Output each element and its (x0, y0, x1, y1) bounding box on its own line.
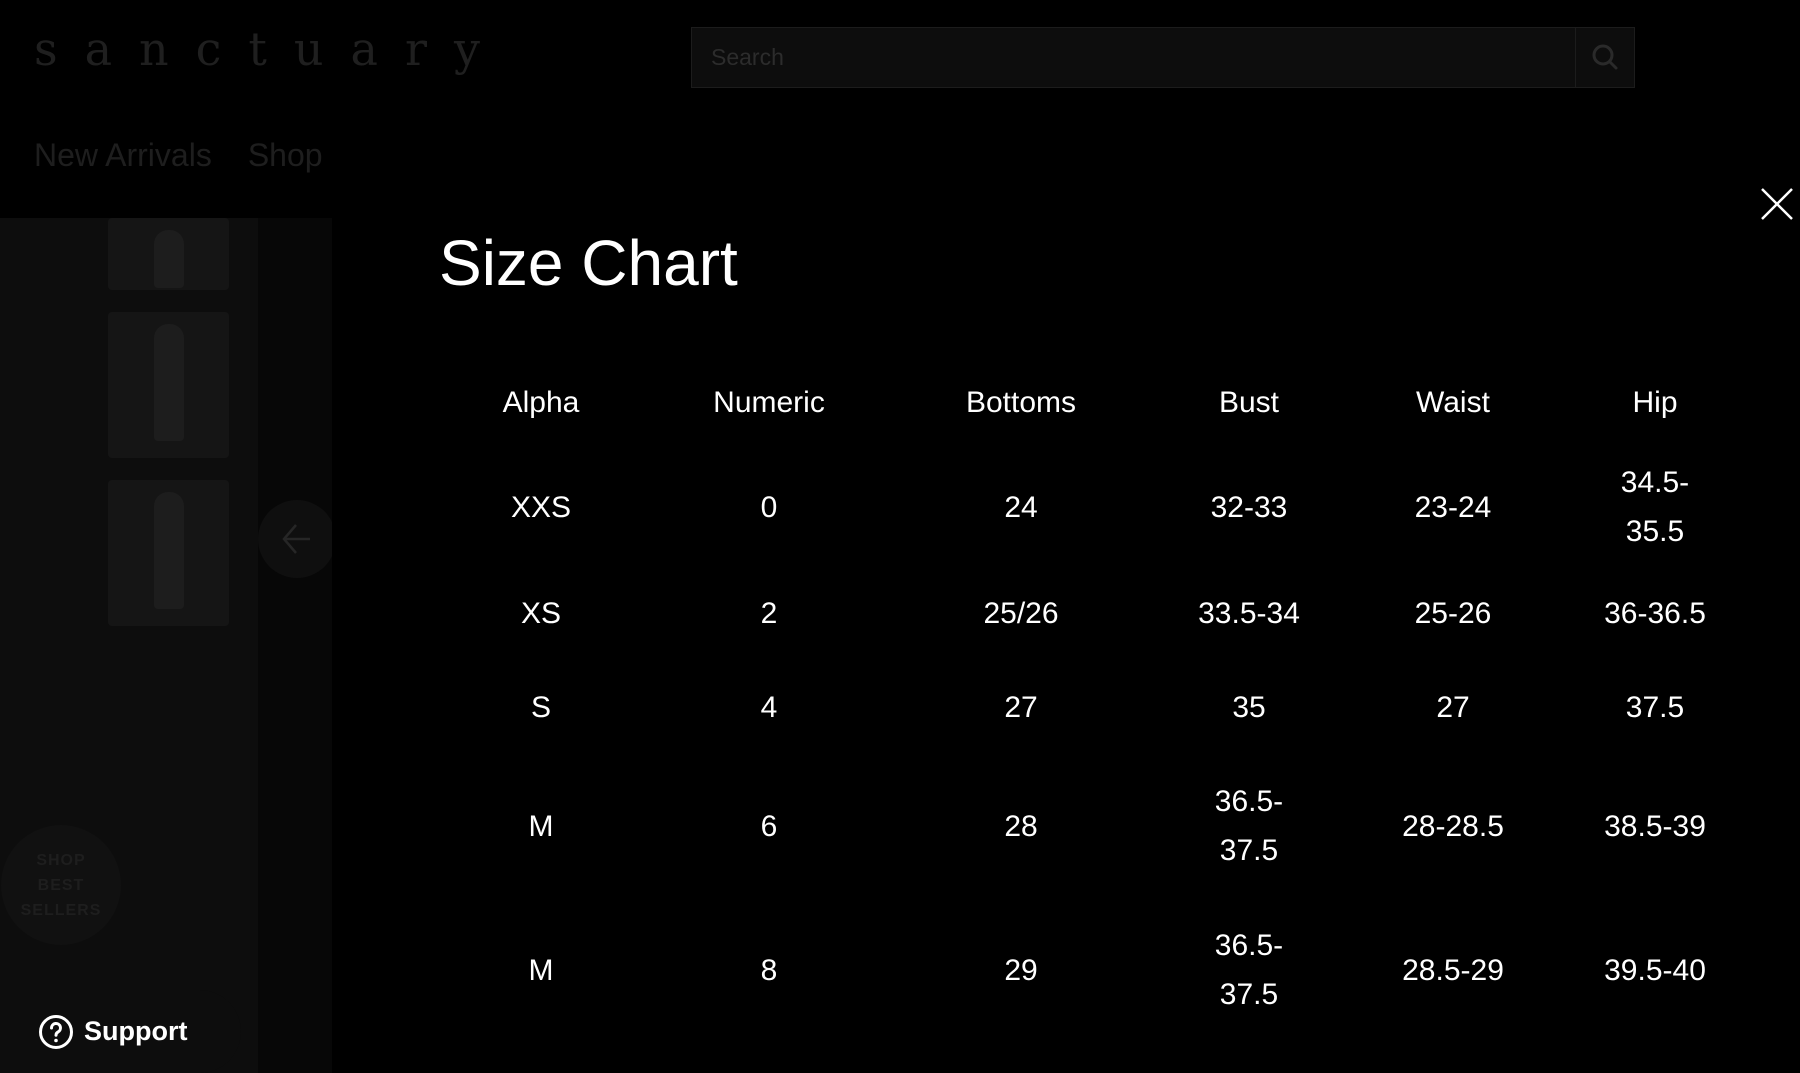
size-chart-title: Size Chart (439, 227, 738, 299)
cell-bust-value: 36.5-37.5 (1214, 785, 1284, 867)
search-input[interactable] (692, 28, 1575, 87)
cell-alpha: M (528, 809, 554, 843)
cell-bottoms: 28 (1004, 809, 1038, 843)
product-thumbnail[interactable] (108, 480, 229, 626)
cell-bust: 36.5-37.5 (1147, 898, 1351, 1042)
cell-hip: 36-36.5 (1604, 596, 1706, 630)
close-icon (1761, 188, 1793, 220)
support-button[interactable]: Support (0, 990, 241, 1073)
cell-bust: 35 (1232, 690, 1266, 724)
nav-item-new-arrivals[interactable]: New Arrivals (34, 137, 212, 174)
support-label: Support (84, 1016, 188, 1046)
search-icon (1592, 44, 1618, 70)
cell-alpha: S (530, 690, 551, 724)
cell-hip-value: 34.5-35.5 (1620, 466, 1690, 548)
cell-alpha: XXS (510, 490, 572, 524)
badge-label: SHOP BEST SELLERS (20, 851, 102, 919)
shop-best-sellers-badge[interactable]: SHOP BEST SELLERS (1, 825, 121, 945)
cell-waist: 27 (1436, 690, 1470, 724)
product-thumbnail[interactable] (108, 218, 229, 290)
arrow-left-icon (282, 524, 310, 554)
column-header-alpha: Alpha (502, 386, 580, 419)
cell-alpha: M (528, 953, 554, 987)
cell-waist: 25-26 (1414, 596, 1492, 630)
cell-numeric: 8 (760, 953, 778, 987)
cell-hip: 38.5-39 (1604, 809, 1706, 843)
cell-bottoms: 25/26 (983, 596, 1059, 630)
cell-bust: 32-33 (1210, 490, 1288, 524)
help-circle-icon (39, 1014, 73, 1049)
table-header-row: Alpha Numeric Bottoms Bust Waist Hip (439, 358, 1755, 448)
cell-hip: 37.5 (1625, 690, 1685, 724)
close-button[interactable] (1759, 186, 1795, 222)
column-header-numeric: Numeric (713, 386, 825, 419)
cell-hip: 39.5-40 (1604, 953, 1706, 987)
cell-bust-value: 36.5-37.5 (1214, 929, 1284, 1011)
cell-numeric: 6 (760, 809, 778, 843)
site-header: sanctuary New Arrivals Shop (0, 0, 1800, 218)
cell-hip: 34.5-35.5 (1555, 448, 1755, 566)
size-chart-table: Alpha Numeric Bottoms Bust Waist Hip XXS… (439, 358, 1755, 1042)
cell-bust: 36.5-37.5 (1147, 754, 1351, 898)
table-row: XXS 0 24 32-33 23-24 34.5-35.5 (439, 448, 1755, 566)
main-nav: New Arrivals Shop (34, 137, 323, 174)
cell-alpha: XS (520, 596, 562, 630)
table-row: S 4 27 35 27 37.5 (439, 660, 1755, 754)
cell-waist: 23-24 (1414, 490, 1492, 524)
table-row: M 6 28 36.5-37.5 28-28.5 38.5-39 (439, 754, 1755, 898)
cell-numeric: 4 (760, 690, 778, 724)
gallery-divider (258, 218, 332, 1073)
cell-waist: 28.5-29 (1402, 953, 1504, 987)
product-thumbnail[interactable] (108, 312, 229, 458)
table-row: M 8 29 36.5-37.5 28.5-29 39.5-40 (439, 898, 1755, 1042)
table-row: XS 2 25/26 33.5-34 25-26 36-36.5 (439, 566, 1755, 660)
cell-numeric: 2 (760, 596, 778, 630)
cell-numeric: 0 (760, 490, 778, 524)
column-header-bottoms: Bottoms (965, 386, 1077, 419)
cell-bottoms: 24 (1004, 490, 1038, 524)
cell-bust: 33.5-34 (1198, 596, 1300, 630)
brand-logo[interactable]: sanctuary (34, 22, 507, 76)
cell-waist: 28-28.5 (1402, 809, 1504, 843)
column-header-bust: Bust (1218, 386, 1280, 419)
search-button[interactable] (1575, 28, 1634, 87)
cell-bottoms: 27 (1004, 690, 1038, 724)
gallery-prev-button[interactable] (258, 500, 336, 578)
column-header-waist: Waist (1416, 386, 1490, 419)
column-header-hip: Hip (1632, 386, 1678, 419)
search-bar (691, 27, 1635, 88)
nav-item-shop[interactable]: Shop (248, 137, 323, 174)
cell-bottoms: 29 (1004, 953, 1038, 987)
